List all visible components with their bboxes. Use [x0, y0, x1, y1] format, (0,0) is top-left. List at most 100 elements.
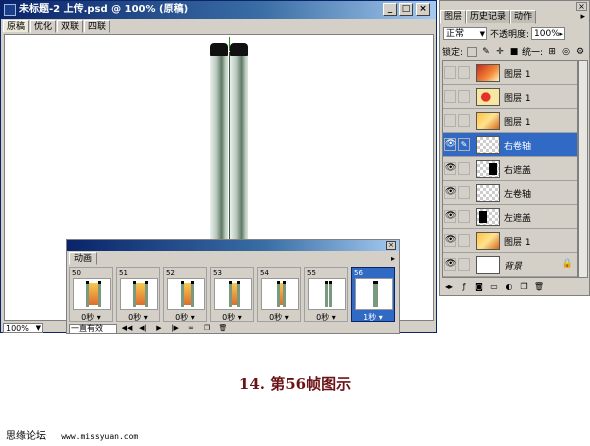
- layer-thumbnail: [476, 88, 500, 106]
- eye-icon[interactable]: 👁: [444, 234, 456, 247]
- layer-row[interactable]: 👁 右遮盖: [443, 157, 577, 181]
- mini-picture: [280, 283, 283, 305]
- figure-caption: 14. 第56帧图示: [238, 375, 352, 393]
- frame-delay[interactable]: 0秒 ▾: [211, 312, 253, 322]
- frame-delay[interactable]: 0秒 ▾: [70, 312, 112, 322]
- eye-icon[interactable]: 👁: [444, 186, 456, 199]
- animation-frame[interactable]: 56 1秒 ▾: [351, 267, 395, 322]
- layer-row[interactable]: 👁 图层 1: [443, 229, 577, 253]
- delete-frame-icon[interactable]: 🗑: [216, 324, 230, 334]
- unify-visibility-icon[interactable]: ◎: [561, 47, 571, 57]
- layer-row[interactable]: 图层 1: [443, 61, 577, 85]
- new-group-icon[interactable]: ▭: [487, 282, 501, 293]
- close-icon[interactable]: ×: [386, 241, 396, 250]
- next-frame-icon[interactable]: |▶: [168, 324, 182, 334]
- animation-frame[interactable]: 50 0秒 ▾: [69, 267, 113, 322]
- layer-row[interactable]: 👁 背景 🔒: [443, 253, 577, 277]
- link-toggle[interactable]: [458, 66, 470, 79]
- loop-select[interactable]: 一直有效: [69, 323, 117, 334]
- tab-2up[interactable]: 双联: [57, 20, 84, 33]
- eye-icon[interactable]: 👁: [444, 162, 456, 175]
- link-toggle[interactable]: [458, 186, 470, 199]
- layer-list-scrollbar[interactable]: [578, 60, 588, 278]
- tab-optimized[interactable]: 优化: [30, 20, 57, 33]
- frame-thumbnail: [214, 278, 252, 310]
- new-layer-icon[interactable]: ❐: [517, 282, 531, 293]
- close-button[interactable]: ×: [416, 3, 430, 16]
- visibility-toggle[interactable]: [444, 114, 456, 127]
- frame-delay[interactable]: 0秒 ▾: [117, 312, 159, 322]
- brush-icon[interactable]: ✎: [458, 138, 470, 151]
- layer-row[interactable]: 👁 左卷轴: [443, 181, 577, 205]
- mini-scroll-cap: [283, 281, 286, 284]
- eye-icon[interactable]: 👁: [444, 258, 456, 271]
- frame-number: 52: [166, 269, 175, 277]
- lock-move-icon[interactable]: ✛: [495, 47, 505, 57]
- eye-icon[interactable]: 👁: [444, 210, 456, 223]
- maximize-button[interactable]: □: [399, 3, 413, 16]
- link-toggle[interactable]: [458, 162, 470, 175]
- layer-thumbnail: [476, 64, 500, 82]
- visibility-toggle[interactable]: [444, 90, 456, 103]
- visibility-toggle[interactable]: [444, 66, 456, 79]
- first-frame-icon[interactable]: ◀◀: [120, 324, 134, 334]
- link-toggle[interactable]: [458, 258, 470, 271]
- animation-frame[interactable]: 52 0秒 ▾: [163, 267, 207, 322]
- lock-paint-icon[interactable]: ✎: [481, 47, 491, 57]
- credit-site: www.missyuan.com: [61, 432, 139, 441]
- animation-frame[interactable]: 51 0秒 ▾: [116, 267, 160, 322]
- tab-original[interactable]: 原稿: [3, 20, 30, 33]
- animation-titlebar[interactable]: ×: [67, 240, 399, 251]
- close-icon[interactable]: ×: [576, 2, 587, 11]
- panel-menu-icon[interactable]: ▸: [580, 12, 585, 22]
- link-toggle[interactable]: [458, 114, 470, 127]
- tween-icon[interactable]: ∞: [184, 324, 198, 334]
- layer-style-icon[interactable]: ƒ: [457, 282, 471, 293]
- link-toggle[interactable]: [458, 234, 470, 247]
- frame-delay[interactable]: 0秒 ▾: [305, 312, 347, 322]
- play-icon[interactable]: ▶: [152, 324, 166, 334]
- document-titlebar[interactable]: 未标题-2 上传.psd @ 100% (原稿) _ □ ×: [1, 1, 436, 19]
- unify-position-icon[interactable]: ⊞: [547, 47, 557, 57]
- duplicate-frame-icon[interactable]: ❐: [200, 324, 214, 334]
- chevron-down-icon[interactable]: ▼: [36, 324, 41, 333]
- layer-row[interactable]: 图层 1: [443, 109, 577, 133]
- mini-scroll-cap: [191, 281, 194, 284]
- panel-menu-icon[interactable]: ▸: [391, 254, 395, 263]
- animation-frame[interactable]: 53 0秒 ▾: [210, 267, 254, 322]
- mini-scroll-cap: [145, 281, 148, 284]
- layer-row[interactable]: 👁 左遮盖: [443, 205, 577, 229]
- link-toggle[interactable]: [458, 90, 470, 103]
- loop-value: 一直有效: [71, 323, 103, 333]
- add-mask-icon[interactable]: ◙: [472, 282, 486, 293]
- layer-row[interactable]: 👁 ✎ 右卷轴: [443, 133, 577, 157]
- animation-frame[interactable]: 55 0秒 ▾: [304, 267, 348, 322]
- blend-mode-select[interactable]: 正常 ▼: [443, 27, 487, 40]
- tab-animation[interactable]: 动画: [69, 252, 98, 265]
- blend-mode-value: 正常: [446, 29, 465, 39]
- delete-layer-icon[interactable]: 🗑: [532, 282, 546, 293]
- frame-delay[interactable]: 0秒 ▾: [258, 312, 300, 322]
- previous-frame-icon[interactable]: ◀|: [136, 324, 150, 334]
- frame-delay-value: 1秒: [363, 313, 377, 322]
- layer-thumbnail: [476, 160, 500, 178]
- zoom-field[interactable]: 100% ▼: [3, 322, 43, 333]
- tab-actions[interactable]: 动作: [510, 10, 537, 24]
- lock-all-icon[interactable]: ■: [509, 47, 519, 57]
- frame-delay[interactable]: 0秒 ▾: [164, 312, 206, 322]
- eye-icon[interactable]: 👁: [444, 138, 456, 151]
- link-toggle[interactable]: [458, 210, 470, 223]
- tab-history[interactable]: 历史记录: [466, 10, 511, 24]
- link-layers-icon[interactable]: ◂▸: [442, 282, 456, 293]
- lock-transparency-icon[interactable]: [467, 46, 478, 57]
- minimize-button[interactable]: _: [383, 3, 397, 16]
- tab-4up[interactable]: 四联: [84, 20, 111, 33]
- frame-delay[interactable]: 1秒 ▾: [352, 312, 394, 322]
- opacity-field[interactable]: 100% ▸: [531, 27, 566, 40]
- adjustment-layer-icon[interactable]: ◐: [502, 282, 516, 293]
- layer-thumbnail: [476, 136, 500, 154]
- animation-frame[interactable]: 54 0秒 ▾: [257, 267, 301, 322]
- layer-row[interactable]: 图层 1: [443, 85, 577, 109]
- tab-layers[interactable]: 图层: [440, 10, 467, 24]
- unify-style-icon[interactable]: ⚙: [575, 47, 585, 57]
